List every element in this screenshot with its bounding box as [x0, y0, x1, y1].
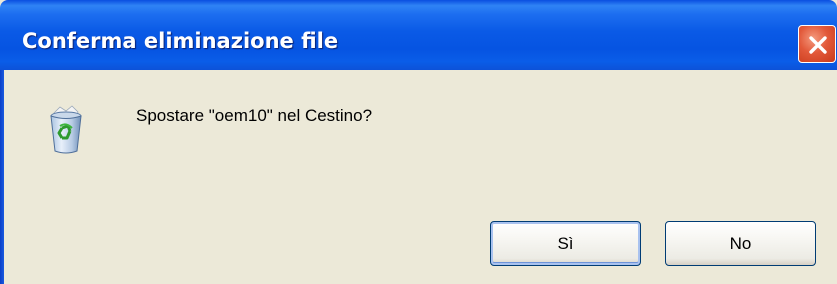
- close-icon: [809, 36, 827, 54]
- no-button[interactable]: No: [665, 221, 816, 266]
- confirm-message: Spostare "oem10" nel Cestino?: [136, 106, 373, 125]
- window-title: Conferma eliminazione file: [22, 29, 339, 53]
- window-border-left: [0, 70, 4, 284]
- title-bar[interactable]: Conferma eliminazione file: [0, 0, 837, 70]
- close-button[interactable]: [798, 25, 836, 63]
- confirm-delete-dialog: Conferma eliminazione file Spostare "oem…: [0, 0, 837, 284]
- recycle-bin-icon: [50, 105, 82, 154]
- yes-button[interactable]: Sì: [490, 221, 641, 266]
